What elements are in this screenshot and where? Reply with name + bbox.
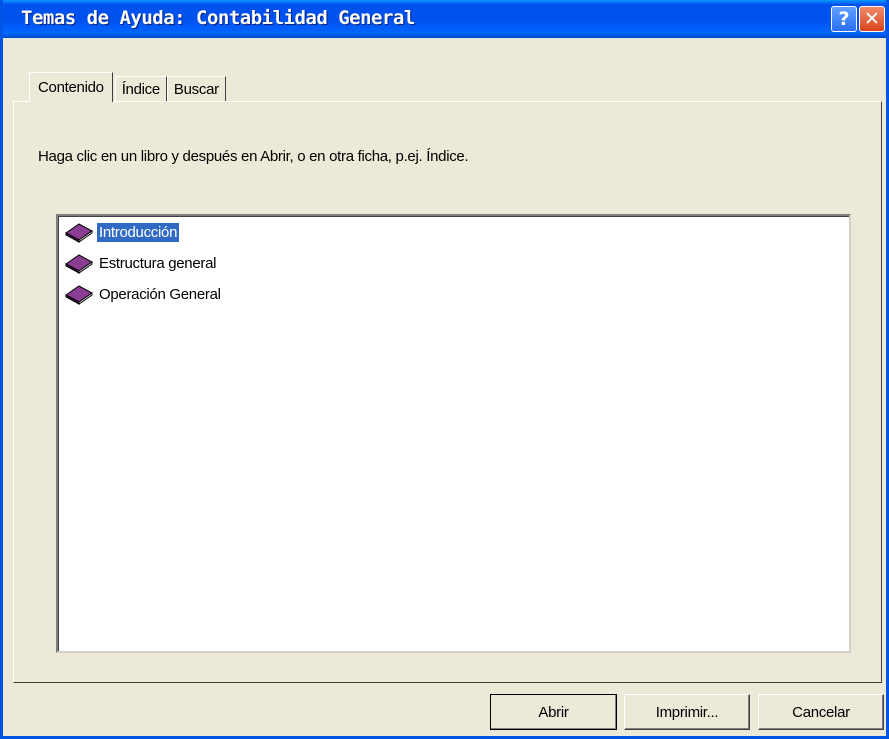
help-button[interactable]: ? — [831, 6, 857, 32]
tree-item-operacion-general[interactable]: Operación General — [64, 282, 223, 306]
topics-tree[interactable]: Introducción Estructura general Operació… — [56, 214, 851, 653]
question-mark-icon: ? — [838, 8, 850, 30]
tree-item-estructura-general[interactable]: Estructura general — [64, 251, 218, 275]
window-title: Temas de Ayuda: Contabilidad General — [21, 7, 415, 29]
title-bar[interactable]: Temas de Ayuda: Contabilidad General ? ✕ — [3, 0, 886, 38]
tree-item-label: Operación General — [99, 285, 221, 303]
instruction-text: Haga clic en un libro y después en Abrir… — [38, 148, 469, 165]
book-icon — [65, 223, 93, 243]
tree-item-label: Estructura general — [99, 254, 217, 272]
help-topics-window: Temas de Ayuda: Contabilidad General ? ✕… — [0, 0, 889, 739]
open-button[interactable]: Abrir — [490, 694, 617, 730]
cancel-button[interactable]: Cancelar — [758, 694, 884, 730]
close-icon: ✕ — [864, 8, 880, 30]
dialog-body: Contenido Índice Buscar Haga clic en un … — [3, 38, 886, 736]
tree-item-label: Introducción — [97, 222, 180, 242]
print-button[interactable]: Imprimir... — [624, 694, 750, 730]
tree-item-introduccion[interactable]: Introducción — [64, 220, 180, 244]
tab-strip: Contenido Índice Buscar — [29, 72, 226, 102]
tab-contenido[interactable]: Contenido — [29, 72, 113, 102]
book-icon — [65, 285, 93, 305]
book-icon — [65, 254, 93, 274]
tab-panel-contenido: Haga clic en un libro y después en Abrir… — [13, 101, 882, 683]
tab-indice[interactable]: Índice — [114, 76, 167, 102]
close-button[interactable]: ✕ — [859, 6, 885, 32]
tab-buscar[interactable]: Buscar — [166, 76, 226, 102]
